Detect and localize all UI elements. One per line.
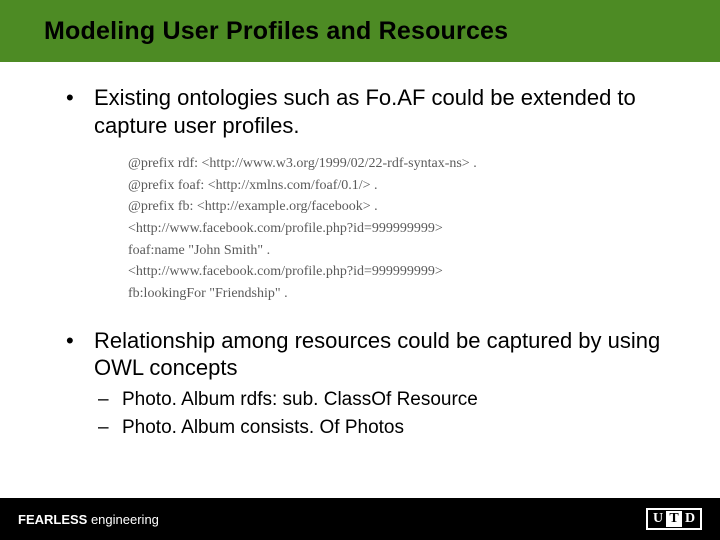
utd-logo: U T D (646, 508, 702, 530)
bullet-item-1: Existing ontologies such as Fo.AF could … (60, 84, 680, 139)
slide-title: Modeling User Profiles and Resources (0, 17, 508, 46)
footer-rest: engineering (87, 512, 159, 527)
title-band: Modeling User Profiles and Resources (0, 0, 720, 62)
bullet-list: Existing ontologies such as Fo.AF could … (60, 84, 680, 139)
bullet-list: Relationship among resources could be ca… (60, 327, 680, 440)
slide: Modeling User Profiles and Resources Exi… (0, 0, 720, 540)
bullet-text-1: Existing ontologies such as Fo.AF could … (94, 85, 636, 138)
logo-letter-u: U (650, 511, 666, 527)
code-line: @prefix rdf: <http://www.w3.org/1999/02/… (128, 153, 680, 175)
code-line: @prefix fb: <http://example.org/facebook… (128, 196, 680, 218)
footer-text: FEARLESS engineering (18, 512, 159, 527)
logo-letter-t: T (666, 511, 682, 527)
logo-letter-d: D (682, 511, 698, 527)
code-line: <http://www.facebook.com/profile.php?id=… (128, 218, 680, 240)
code-line: foaf:name "John Smith" . (128, 240, 680, 262)
content-area: Existing ontologies such as Fo.AF could … (60, 84, 680, 447)
footer-bold: FEARLESS (18, 512, 87, 527)
sub-bullet-1: Photo. Album rdfs: sub. ClassOf Resource (94, 388, 680, 412)
bullet-item-2: Relationship among resources could be ca… (60, 327, 680, 440)
code-line: @prefix foaf: <http://xmlns.com/foaf/0.1… (128, 175, 680, 197)
sub-bullet-list: Photo. Album rdfs: sub. ClassOf Resource… (94, 388, 680, 440)
footer-band: FEARLESS engineering U T D (0, 498, 720, 540)
bullet-text-2: Relationship among resources could be ca… (94, 328, 660, 381)
sub-bullet-2: Photo. Album consists. Of Photos (94, 416, 680, 440)
code-block: @prefix rdf: <http://www.w3.org/1999/02/… (128, 153, 680, 305)
code-line: fb:lookingFor "Friendship" . (128, 283, 680, 305)
code-line: <http://www.facebook.com/profile.php?id=… (128, 261, 680, 283)
